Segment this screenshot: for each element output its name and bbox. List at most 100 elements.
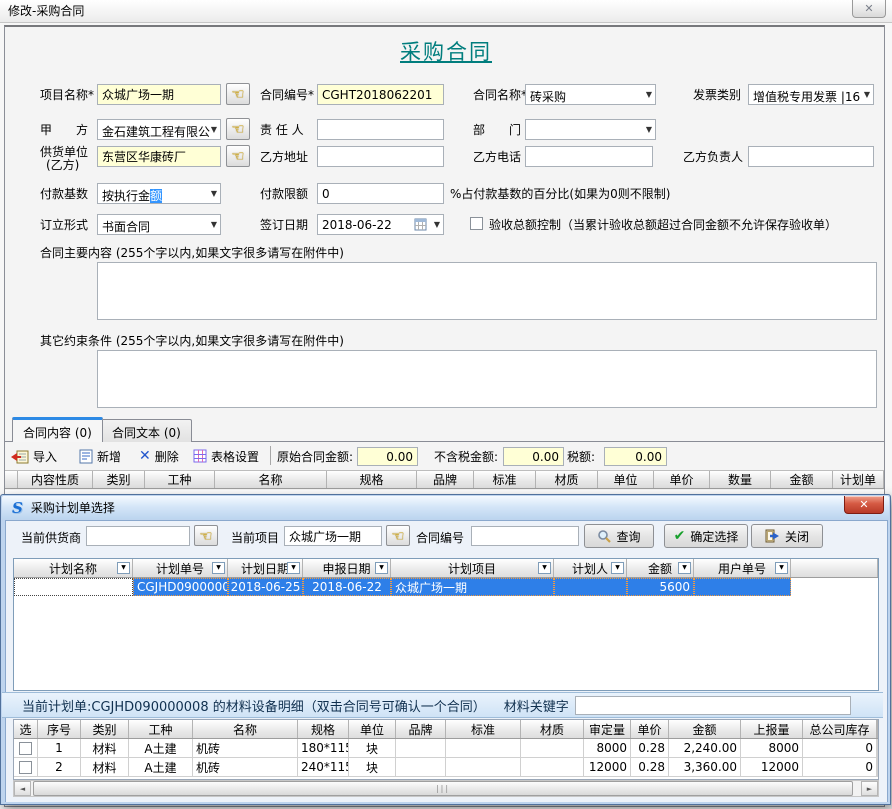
responsible-input[interactable]	[317, 119, 444, 140]
column-header: 用户单号 ▼	[694, 559, 791, 577]
column-header-label: 用户单号	[718, 560, 766, 577]
supplier-label2: (乙方)	[46, 158, 79, 173]
original-amount-label: 原始合同金额:	[277, 450, 353, 465]
party-b-manager-input[interactable]	[748, 146, 874, 167]
project-picker-button[interactable]: ☜	[386, 525, 410, 546]
column-header: 上报量	[741, 720, 803, 738]
window-close-button[interactable]: ✕	[852, 0, 886, 18]
column-header: 计划项目 ▼	[391, 559, 554, 577]
delete-button[interactable]: ✕ 删除	[136, 445, 182, 467]
column-header-label: 计划项目	[448, 560, 496, 577]
tab-contract-text[interactable]: 合同文本 (0)	[101, 419, 192, 442]
filter-icon[interactable]: ▼	[212, 562, 225, 574]
row-checkbox[interactable]	[19, 742, 32, 755]
report-date-cell: 2018-06-22	[303, 578, 391, 596]
current-supplier-input[interactable]	[86, 526, 190, 546]
add-button[interactable]: 新增	[76, 445, 124, 467]
filter-icon[interactable]: ▼	[538, 562, 551, 574]
close-dialog-button[interactable]: 关闭	[751, 524, 823, 548]
current-project-input[interactable]	[284, 526, 382, 546]
column-header: 金额	[771, 471, 833, 488]
plan-select-dialog: S 采购计划单选择 ✕ 当前供货商 ☜ 当前项目 ☜ 合同编号 查询 ✔ 确定选…	[0, 494, 891, 805]
payment-base-value: 按执行金	[102, 189, 150, 203]
tax-amount-input[interactable]	[604, 447, 667, 466]
plan-date-cell: 2018-06-25	[228, 578, 303, 596]
row-checkbox[interactable]	[19, 761, 32, 774]
table-setup-button[interactable]: 表格设置	[190, 445, 262, 467]
column-header: 名称	[215, 471, 327, 488]
supplier-picker-button[interactable]: ☜	[194, 525, 218, 546]
filter-icon[interactable]: ▼	[375, 562, 388, 574]
hq-stock-cell: 0	[803, 739, 877, 757]
column-header: 计划单号▼	[133, 559, 228, 577]
import-button[interactable]: 导入	[8, 445, 60, 467]
filter-icon[interactable]: ▼	[287, 562, 300, 574]
department-combo[interactable]: ▼	[525, 119, 656, 140]
other-terms-label: 其它约束条件 (255个字以内,如果文字很多请写在附件中)	[40, 334, 344, 349]
invoice-type-label: 发票类别	[693, 88, 741, 103]
search-button[interactable]: 查询	[584, 524, 654, 548]
confirm-select-button[interactable]: ✔ 确定选择	[664, 524, 748, 548]
project-picker-button[interactable]: ☜	[226, 83, 250, 105]
supplier-picker-button[interactable]: ☜	[226, 145, 250, 167]
chevron-down-icon: ▼	[864, 91, 870, 99]
delete-label: 删除	[155, 448, 179, 465]
acceptance-control-label: 验收总额控制（当累计验收总额超过合同金额不允许保存验收单）	[489, 218, 837, 233]
filter-icon[interactable]: ▼	[775, 562, 788, 574]
column-header: 计划日期▼	[228, 559, 303, 577]
column-header: 类别	[81, 720, 129, 738]
column-header: 单位	[598, 471, 654, 488]
sign-date-label: 签订日期	[260, 218, 308, 233]
acceptance-control-checkbox[interactable]	[470, 217, 483, 230]
category-cell: 材料	[81, 739, 129, 757]
material-keyword-input[interactable]	[575, 696, 851, 715]
contract-name-combo[interactable]: 砖采购▼	[525, 84, 656, 105]
chevron-down-icon: ▼	[211, 190, 217, 198]
hand-icon: ☜	[231, 85, 244, 103]
detail-table-row[interactable]: 2 材料 A土建 机砖 240*115* 块 12000 0.28 3,360.…	[14, 758, 878, 777]
dialog-close-button[interactable]: ✕	[844, 496, 884, 514]
column-header: 序号	[38, 720, 81, 738]
keyword-label: 材料关键字	[504, 696, 569, 715]
scroll-left-icon[interactable]: ◄	[14, 781, 31, 796]
reported-qty-cell: 12000	[741, 758, 803, 776]
other-terms-textarea[interactable]	[97, 350, 877, 408]
spec-cell: 240*115*	[298, 758, 349, 776]
contract-items-table-header: 内容性质 类别 工种 名称 规格 品牌 标准 材质 单位 单价 数量 金额 计划…	[5, 470, 884, 489]
column-header: 内容性质	[18, 471, 93, 488]
party-b-phone-input[interactable]	[525, 146, 653, 167]
plan-name-cell[interactable]	[14, 578, 133, 596]
party-b-manager-label: 乙方负责人	[683, 150, 743, 165]
tab-label: 合同文本 (0)	[112, 426, 181, 440]
scrollbar-thumb[interactable]: |||	[33, 781, 853, 796]
contract-no-input[interactable]	[317, 84, 444, 105]
payment-base-combo[interactable]: 按执行金额▼	[97, 183, 221, 204]
filter-icon[interactable]: ▼	[611, 562, 624, 574]
detail-table-header: 选 序号 类别 工种 名称 规格 单位 品牌 标准 材质 审定量 单价 金额 上…	[14, 720, 878, 739]
app-logo-icon: S	[12, 499, 23, 517]
supplier-input[interactable]	[97, 146, 221, 167]
party-a-picker-button[interactable]: ☜	[226, 118, 250, 140]
sign-date-picker[interactable]: 2018-06-22 ▼	[317, 214, 444, 235]
select-cell	[14, 758, 38, 776]
plan-table-selected-row[interactable]: CGJHD090000008 2018-06-25 2018-06-22 众城广…	[14, 578, 878, 596]
tab-contract-content[interactable]: 合同内容 (0)	[12, 417, 103, 442]
thumb-grip-icon: |||	[436, 784, 450, 793]
filter-icon[interactable]: ▼	[117, 562, 130, 574]
form-type-combo[interactable]: 书面合同▼	[97, 214, 221, 235]
close-icon: ✕	[864, 2, 873, 15]
invoice-type-combo[interactable]: 增值税专用发票 |16▼	[748, 84, 874, 105]
contract-name-label: 合同名称*	[473, 88, 527, 103]
scroll-right-icon[interactable]: ►	[861, 781, 878, 796]
project-name-input[interactable]	[97, 84, 221, 105]
main-content-textarea[interactable]	[97, 262, 877, 320]
party-a-combo[interactable]: 金石建筑工程有限公▼	[97, 119, 221, 140]
filter-icon[interactable]: ▼	[678, 562, 691, 574]
original-amount-input[interactable]	[357, 447, 418, 466]
party-b-address-input[interactable]	[317, 146, 444, 167]
department-label: 部 门	[473, 123, 521, 138]
detail-table-row[interactable]: 1 材料 A土建 机砖 180*115* 块 8000 0.28 2,240.0…	[14, 739, 878, 758]
payment-limit-input[interactable]	[317, 183, 444, 204]
contract-no-input[interactable]	[471, 526, 579, 546]
net-amount-input[interactable]	[503, 447, 564, 466]
